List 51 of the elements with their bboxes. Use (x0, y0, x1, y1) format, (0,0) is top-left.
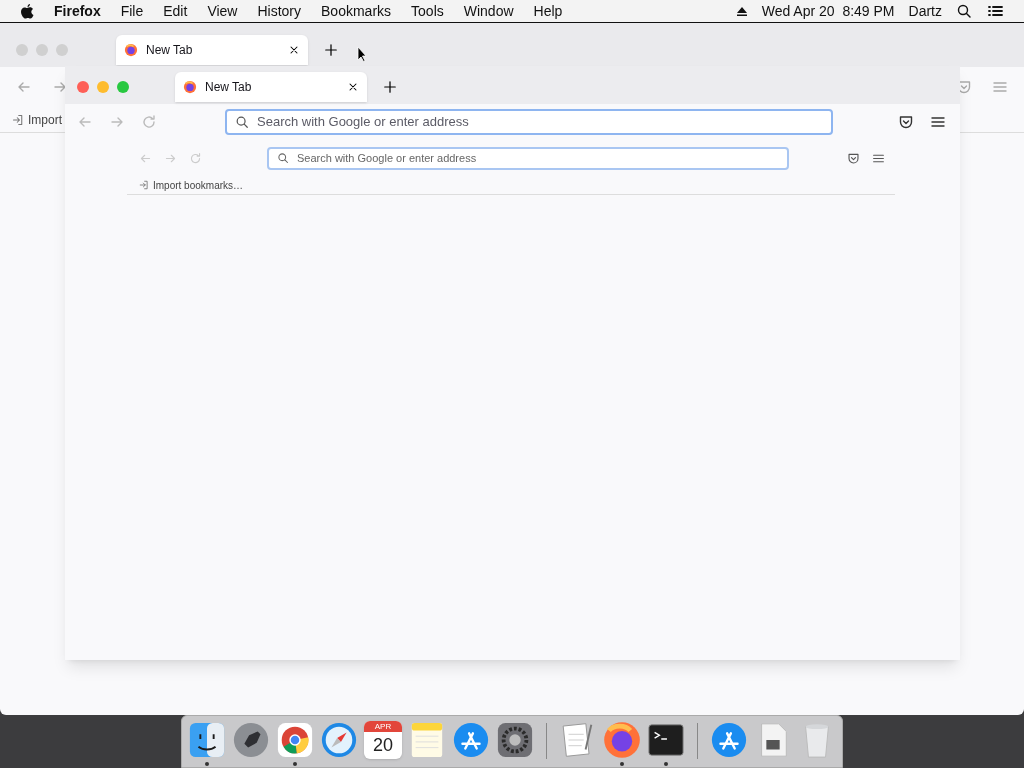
window-close-button[interactable] (77, 81, 89, 93)
menu-item[interactable]: File (120, 0, 144, 22)
close-icon[interactable] (288, 44, 300, 56)
mouse-pointer-icon (357, 46, 367, 62)
menu-item[interactable]: Bookmarks (321, 0, 392, 22)
chrome-icon[interactable] (276, 721, 314, 759)
window-zoom-button[interactable] (117, 81, 129, 93)
search-icon[interactable] (956, 3, 972, 19)
app-store-icon[interactable] (710, 721, 748, 759)
gear-icon[interactable] (496, 721, 534, 759)
bookmark-item[interactable]: Import bookmarks… (153, 177, 244, 193)
browser-tab[interactable]: New Tab (116, 35, 308, 65)
calendar-day: 20 (373, 732, 393, 758)
menu-item[interactable]: History (257, 0, 302, 22)
pocket-icon[interactable] (847, 151, 860, 165)
firefox-logo-icon (124, 43, 138, 57)
bookmark-item[interactable]: Import (28, 110, 62, 129)
menu-item[interactable]: Firefox (54, 0, 101, 22)
search-icon (277, 152, 289, 164)
address-field[interactable]: Search with Google or enter address (225, 109, 833, 135)
import-icon[interactable] (12, 113, 24, 126)
close-icon[interactable] (347, 81, 359, 93)
menu-item[interactable]: Tools (411, 0, 444, 22)
plus-icon[interactable] (383, 80, 397, 94)
menu-user[interactable]: Dartz (908, 0, 942, 22)
menu-icon[interactable] (930, 114, 946, 130)
app-store-icon[interactable] (452, 721, 490, 759)
firefox-logo-icon (183, 80, 197, 94)
apple-logo-icon[interactable] (20, 3, 34, 19)
tab-title: New Tab (205, 79, 253, 96)
terminal-icon[interactable] (647, 721, 685, 759)
menu-item[interactable]: Edit (163, 0, 188, 22)
tab-title: New Tab (146, 42, 194, 59)
import-icon[interactable] (139, 180, 149, 190)
pocket-icon[interactable] (898, 114, 914, 130)
plus-icon[interactable] (324, 43, 338, 57)
compass-icon[interactable] (320, 721, 358, 759)
list-icon[interactable] (986, 3, 1004, 19)
firefox-logo-icon[interactable] (603, 721, 641, 759)
eject-icon[interactable] (735, 5, 748, 17)
calendar-month: APR (364, 721, 402, 732)
menu-item[interactable]: Help (533, 0, 563, 22)
reload-icon[interactable] (141, 114, 157, 130)
address-field[interactable]: Search with Google or enter address (267, 146, 789, 170)
finder-face-icon[interactable] (188, 721, 226, 759)
menu-clock[interactable]: Wed Apr 20 8:49 PM (761, 0, 895, 22)
menu-item[interactable]: View (207, 0, 238, 22)
calendar-icon[interactable]: APR 20 (364, 721, 402, 759)
browser-tab[interactable]: New Tab (175, 72, 367, 102)
menu-item[interactable]: Window (463, 0, 514, 22)
search-icon (235, 115, 249, 129)
